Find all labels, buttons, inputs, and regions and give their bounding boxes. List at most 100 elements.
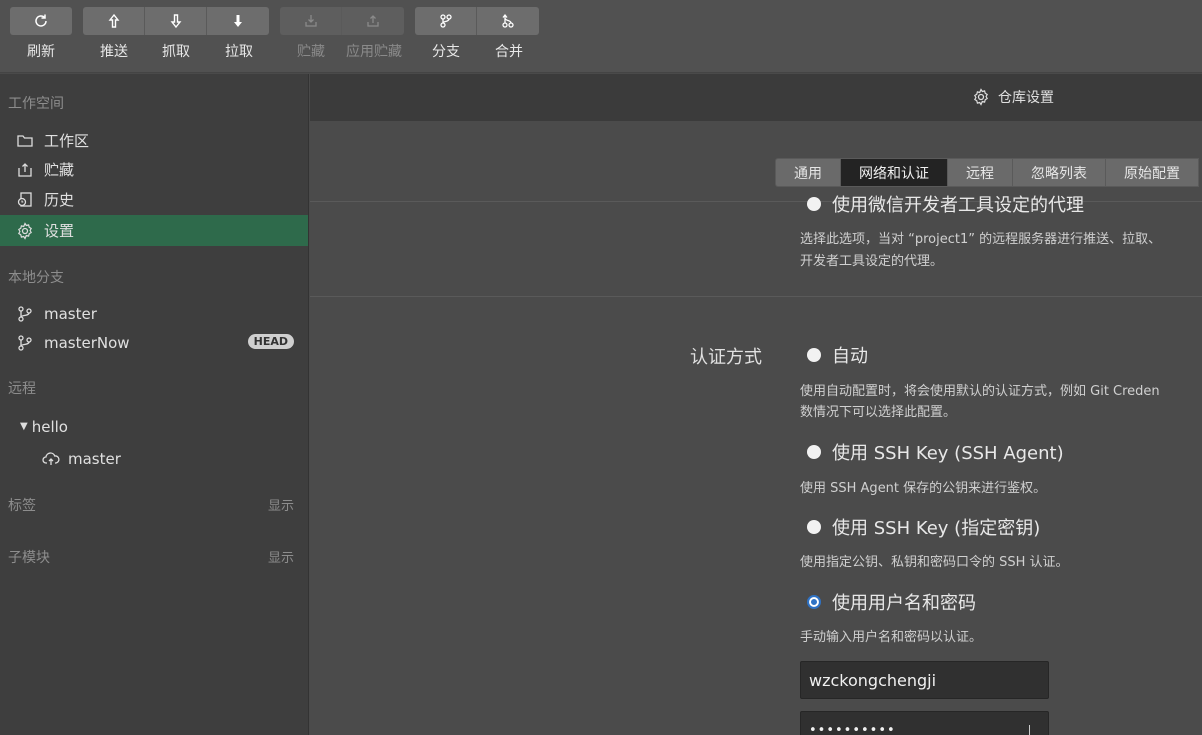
tab-general[interactable]: 通用 [775, 158, 841, 187]
sidebar-item-history[interactable]: 历史 [0, 184, 308, 215]
page-title: 仓库设置 [972, 87, 1054, 107]
submodules-section-title: 子模块 [8, 550, 50, 566]
gear-icon [974, 88, 988, 106]
sidebar-item-label: hello [31, 417, 68, 436]
fetch-button[interactable] [145, 7, 207, 35]
tags-section-title: 标签 [8, 498, 36, 514]
branch-icon [18, 305, 32, 322]
refresh-icon [35, 14, 47, 27]
pull-button[interactable] [207, 7, 269, 35]
sidebar-item-label: masterNow [44, 333, 130, 352]
auth-auto-label: 自动 [832, 346, 868, 367]
history-icon [17, 191, 32, 207]
sidebar-item-workspace[interactable]: 工作区 [0, 125, 308, 156]
sidebar-item-label: 工作区 [44, 132, 90, 150]
refresh-group [10, 7, 72, 35]
proxy-description-line2: 开发者工具设定的代理。 [800, 254, 944, 269]
push-label: 推送 [100, 44, 128, 60]
proxy-radio-option[interactable]: 使用微信开发者工具设定的代理 [807, 191, 1084, 217]
toolbar: 刷新 推送 抓取 拉取 贮藏 应用贮藏 分支 合并 [0, 0, 1202, 73]
section-divider [310, 296, 1202, 297]
merge-label: 合并 [495, 44, 523, 60]
stash-icon [304, 15, 317, 27]
auth-auto-option[interactable]: 自动 [807, 342, 868, 368]
auth-ssh-agent-label: 使用 SSH Key (SSH Agent) [832, 443, 1064, 464]
stash-box-icon [18, 162, 32, 177]
sidebar-item-label: master [44, 304, 97, 323]
refresh-label: 刷新 [27, 44, 55, 60]
tabs-band: 通用 网络和认证 远程 忽略列表 原始配置 [310, 122, 1202, 202]
apply-stash-button[interactable] [342, 7, 404, 35]
auth-userpass-option[interactable]: 使用用户名和密码 [807, 589, 976, 615]
fetch-icon [170, 14, 181, 29]
stash-group [280, 7, 404, 35]
apply-stash-label: 应用贮藏 [346, 44, 402, 60]
sidebar-item-branch-master[interactable]: master [0, 298, 308, 329]
local-branches-section-title: 本地分支 [8, 270, 64, 286]
tab-network-auth[interactable]: 网络和认证 [841, 158, 948, 187]
sidebar-item-label: 历史 [44, 191, 75, 209]
tab-raw-config[interactable]: 原始配置 [1106, 158, 1199, 187]
auth-method-label: 认证方式 [690, 347, 762, 368]
pull-label: 拉取 [225, 44, 253, 60]
radio-button[interactable] [807, 445, 821, 459]
fetch-label: 抓取 [162, 44, 190, 60]
sidebar-item-branch-masternow[interactable]: masterNow HEAD [0, 327, 308, 358]
auth-ssh-key-label: 使用 SSH Key (指定密钥) [832, 518, 1041, 539]
sidebar-item-stash[interactable]: 贮藏 [0, 154, 308, 185]
auth-ssh-key-option[interactable]: 使用 SSH Key (指定密钥) [807, 514, 1040, 540]
auth-ssh-key-description: 使用指定公钥、私钥和密码口令的 SSH 认证。 [800, 555, 1069, 570]
sidebar-item-remote-master[interactable]: master [0, 443, 308, 474]
auth-auto-description-line2: 数情况下可以选择此配置。 [800, 405, 957, 420]
submodules-show-link[interactable]: 显示 [268, 547, 294, 566]
cloud-icon [42, 451, 60, 465]
folder-icon [17, 134, 33, 147]
main-panel: 仓库设置 通用 网络和认证 远程 忽略列表 原始配置 使用微信开发者工具设定的代… [310, 74, 1202, 735]
proxy-description-line1: 选择此选项，当对 “project1” 的远程服务器进行推送、拉取、 [800, 232, 1162, 247]
proxy-option-label: 使用微信开发者工具设定的代理 [832, 195, 1084, 216]
push-button[interactable] [83, 7, 145, 35]
caret-down-icon: ▼ [20, 421, 28, 432]
stash-button[interactable] [280, 7, 342, 35]
username-input[interactable]: wzckongchengji [800, 661, 1049, 699]
merge-button[interactable] [477, 7, 539, 35]
auth-ssh-agent-description: 使用 SSH Agent 保存的公钥来进行鉴权。 [800, 481, 1047, 496]
apply-stash-icon [367, 15, 379, 27]
branch-icon [18, 334, 32, 351]
tab-remote[interactable]: 远程 [948, 158, 1013, 187]
sidebar-item-label: master [68, 449, 121, 468]
text-cursor-icon [1029, 725, 1036, 735]
auth-auto-description-line1: 使用自动配置时，将会使用默认的认证方式，例如 Git Creden [800, 384, 1160, 399]
gear-icon [18, 221, 32, 240]
branch-button[interactable] [415, 7, 477, 35]
sidebar-item-label: 设置 [44, 222, 75, 240]
remote-section-title: 远程 [8, 381, 36, 397]
workspace-section-title: 工作空间 [8, 96, 64, 112]
radio-button[interactable] [807, 348, 821, 362]
password-input[interactable]: •••••••••• [800, 711, 1049, 735]
radio-button[interactable] [807, 520, 821, 534]
radio-button[interactable] [807, 197, 821, 211]
main-header: 仓库设置 [310, 74, 1202, 121]
branch-group [415, 7, 539, 35]
push-icon [108, 13, 119, 28]
sidebar-item-settings[interactable]: 设置 [0, 215, 308, 246]
branch-label: 分支 [432, 44, 460, 60]
auth-ssh-agent-option[interactable]: 使用 SSH Key (SSH Agent) [807, 439, 1064, 465]
page-title-text: 仓库设置 [998, 90, 1054, 106]
sidebar: 工作空间 工作区 贮藏 历史 设置 本地分支 master masterNow … [0, 74, 309, 735]
tags-show-link[interactable]: 显示 [268, 495, 294, 514]
sidebar-item-remote-hello[interactable]: ▼ hello [0, 411, 308, 442]
radio-button-checked[interactable] [807, 595, 821, 609]
settings-content: 使用微信开发者工具设定的代理 选择此选项，当对 “project1” 的远程服务… [310, 195, 1202, 735]
auth-userpass-label: 使用用户名和密码 [832, 593, 976, 614]
sidebar-item-label: 贮藏 [44, 161, 75, 179]
settings-tabs: 通用 网络和认证 远程 忽略列表 原始配置 [775, 158, 1199, 187]
stash-label: 贮藏 [297, 44, 325, 60]
auth-userpass-description: 手动输入用户名和密码以认证。 [800, 630, 983, 645]
refresh-button[interactable] [10, 7, 72, 35]
sync-group [83, 7, 269, 35]
merge-icon [502, 13, 514, 28]
branch-icon [439, 14, 452, 28]
tab-ignore-list[interactable]: 忽略列表 [1013, 158, 1106, 187]
